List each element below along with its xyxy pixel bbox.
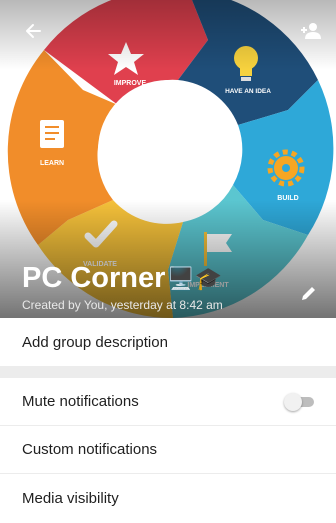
document-icon <box>40 120 64 148</box>
wheel-label-idea: HAVE AN IDEA <box>225 88 271 95</box>
group-photo-header[interactable]: IMPROVE HAVE AN IDEA BUILD IMPLEMENT VAL… <box>0 0 336 318</box>
settings-list: Mute notifications Custom notifications … <box>0 378 336 522</box>
created-info: Created by You, yesterday at 8:42 am <box>22 298 223 312</box>
mute-notifications-row[interactable]: Mute notifications <box>0 378 336 426</box>
add-group-description[interactable]: Add group description <box>0 318 336 366</box>
computer-emoji: 🖥️ <box>167 265 195 291</box>
custom-notifications-row[interactable]: Custom notifications <box>0 426 336 474</box>
add-participant-button[interactable] <box>296 16 326 46</box>
pencil-icon <box>302 287 315 300</box>
mute-notifications-toggle[interactable] <box>284 392 318 411</box>
back-button[interactable] <box>18 16 48 46</box>
group-name: PC Corner 🖥️ 🎓 <box>22 262 222 295</box>
toggle-knob <box>284 392 302 411</box>
add-person-icon <box>301 23 321 39</box>
description-label: Add group description <box>22 333 168 351</box>
edit-group-name-button[interactable] <box>294 278 324 308</box>
media-visibility-label: Media visibility <box>22 489 119 507</box>
mute-notifications-label: Mute notifications <box>22 393 139 410</box>
graduation-cap-emoji: 🎓 <box>194 265 223 291</box>
wheel-label-build: BUILD <box>277 195 298 202</box>
group-name-text: PC Corner <box>22 262 166 294</box>
section-divider <box>0 366 336 378</box>
media-visibility-row[interactable]: Media visibility <box>0 474 336 522</box>
wheel-label-learn: LEARN <box>40 160 64 167</box>
custom-notifications-label: Custom notifications <box>22 441 158 458</box>
arrow-left-icon <box>26 24 41 38</box>
wheel-label-improve: IMPROVE <box>114 80 147 87</box>
